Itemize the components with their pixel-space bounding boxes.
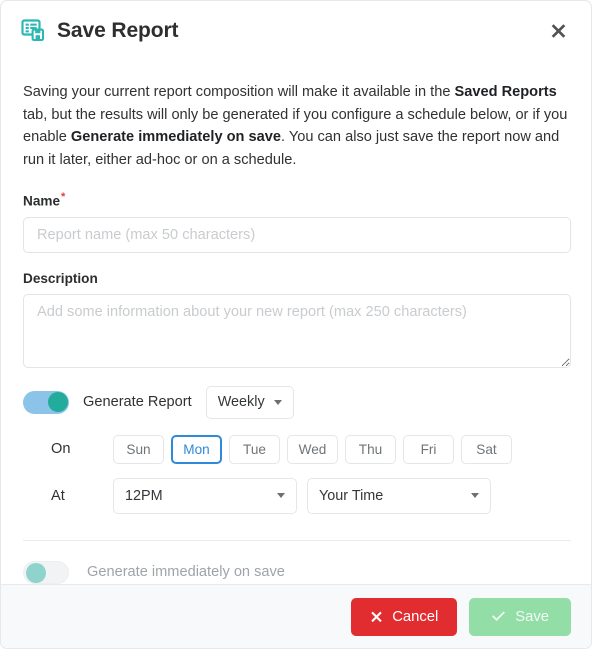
check-icon [491,610,506,623]
frequency-select-value: Weekly [217,394,265,411]
day-button-wed[interactable]: Wed [287,434,338,464]
save-report-dialog: Save Report Saving your current report c… [0,0,592,649]
day-button-thu[interactable]: Thu [345,434,396,464]
generate-report-row: Generate Report Weekly [23,385,569,419]
day-button-tue[interactable]: Tue [229,434,280,464]
toggle-knob [47,392,68,413]
cancel-button-label: Cancel [392,608,439,625]
description-label: Description [23,270,98,286]
cancel-button[interactable]: Cancel [351,597,458,636]
schedule-day-row: On Sun Mon Tue Wed Thu Fri Sat [51,434,569,464]
day-button-sat[interactable]: Sat [461,434,512,464]
intro-bold-generate-immediately: Generate immediately on save [70,129,281,145]
schedule-time-row: At 12PM Your Time [51,477,569,514]
on-label: On [51,441,71,458]
intro-bold-saved-reports: Saved Reports [454,84,557,100]
page-title: Save Report [57,18,179,42]
timezone-select-value: Your Time [319,487,384,504]
save-button[interactable]: Save [469,597,571,636]
required-marker: * [61,191,66,203]
name-field-group: Name* [23,191,571,253]
at-label: At [51,487,65,504]
report-description-textarea[interactable] [23,293,571,368]
timezone-select[interactable]: Your Time [307,477,491,514]
name-label-text: Name [23,193,61,209]
intro-part-1: Saving your current report composition w… [23,84,455,100]
day-button-sun[interactable]: Sun [113,434,164,464]
section-divider [23,539,571,541]
intro-text: Saving your current report composition w… [23,81,569,171]
generate-immediately-toggle[interactable] [23,560,69,584]
toggle-knob [25,563,46,584]
dialog-body: Saving your current report composition w… [1,59,591,584]
time-select-value: 12PM [125,487,163,504]
day-button-fri[interactable]: Fri [403,434,454,464]
generate-report-toggle[interactable] [23,390,69,414]
dialog-footer: Cancel Save [1,584,591,648]
day-button-mon[interactable]: Mon [171,434,222,464]
x-icon [370,610,383,623]
dialog-header: Save Report [1,1,591,59]
description-field-group: Description [23,270,571,368]
chevron-down-icon [277,493,285,499]
generate-report-label: Generate Report [83,394,192,411]
time-select[interactable]: 12PM [113,477,297,514]
report-name-input[interactable] [23,216,571,253]
frequency-select[interactable]: Weekly [205,385,294,419]
save-button-label: Save [515,608,549,625]
generate-immediately-label: Generate immediately on save [87,564,285,581]
chevron-down-icon [273,399,282,405]
generate-immediately-row: Generate immediately on save [23,560,569,584]
close-icon[interactable] [545,17,571,43]
name-label: Name* [23,191,569,209]
chevron-down-icon [471,493,479,499]
report-save-icon [21,18,45,42]
